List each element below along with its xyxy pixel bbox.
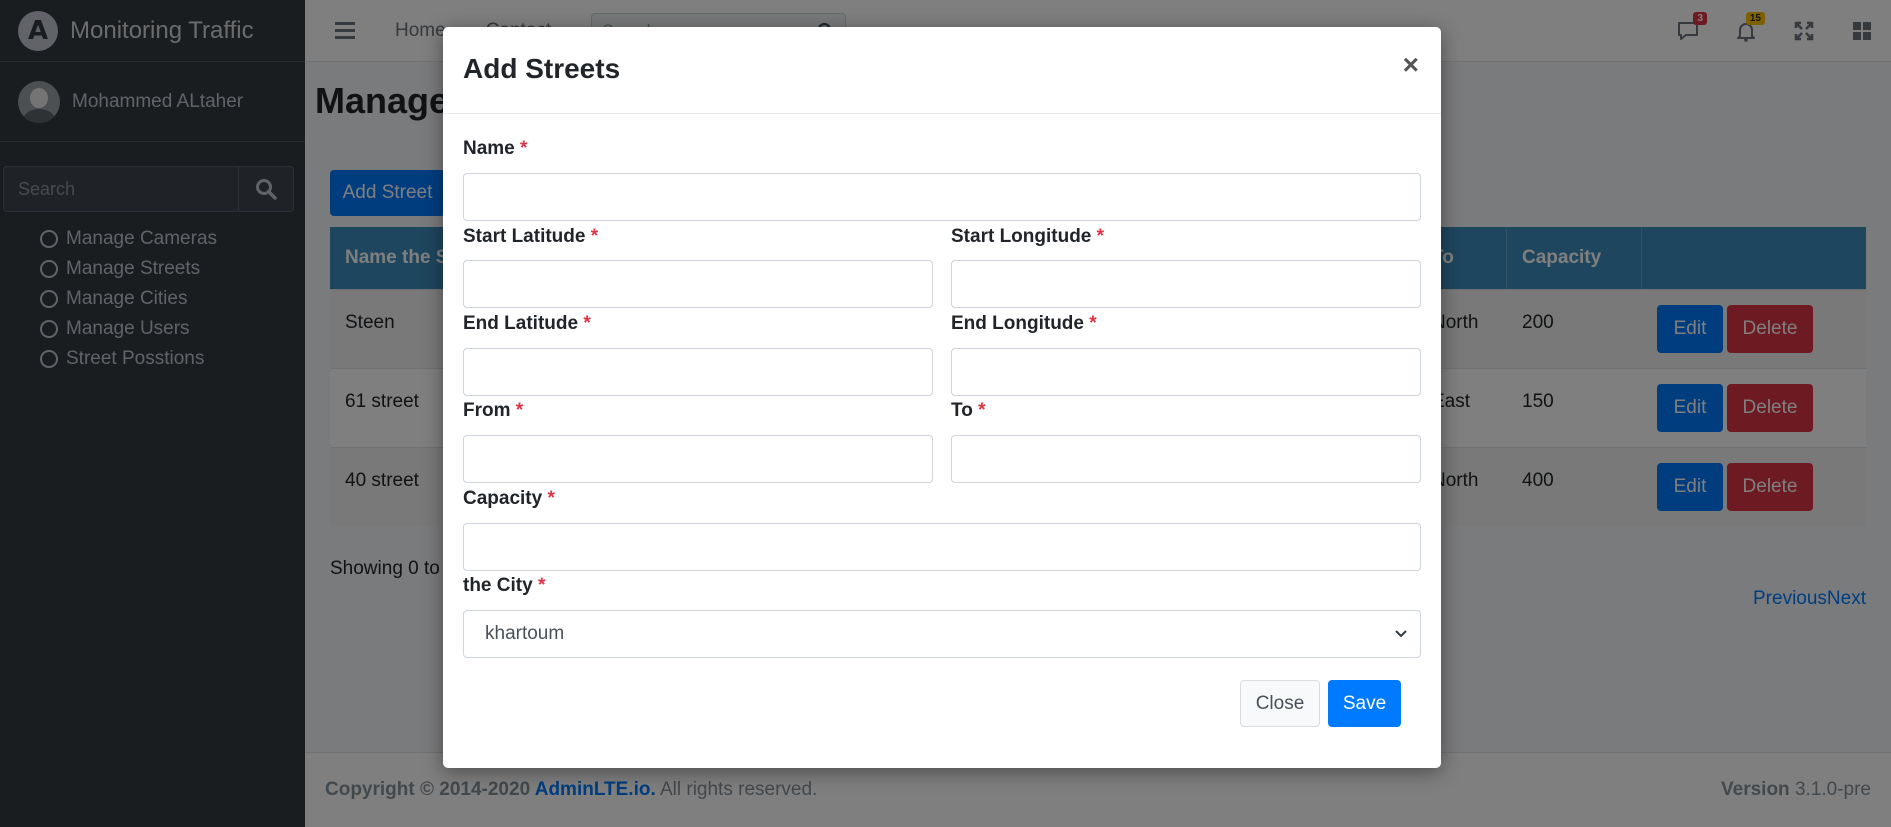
to-label: To * [951,400,986,421]
from-field[interactable] [463,435,933,483]
start-longitude-label: Start Longitude * [951,226,1105,247]
save-button[interactable]: Save [1328,680,1401,727]
start-latitude-field[interactable] [463,260,933,308]
to-field[interactable] [951,435,1421,483]
start-longitude-field[interactable] [951,260,1421,308]
start-latitude-label: Start Latitude * [463,226,599,247]
end-latitude-field[interactable] [463,348,933,396]
modal-header: Add Streets × [443,27,1441,114]
add-streets-modal: Add Streets × Name * Start Latitude * St… [443,27,1441,768]
end-latitude-label: End Latitude * [463,313,591,334]
modal-title: Add Streets [463,53,621,84]
city-select-value: khartoum [485,623,565,644]
chevron-down-icon [1395,630,1407,638]
name-label: Name * [463,138,528,159]
end-longitude-label: End Longitude * [951,313,1097,334]
city-select[interactable]: khartoum [463,610,1421,658]
city-label: the City * [463,575,546,596]
capacity-field[interactable] [463,523,1421,571]
close-button[interactable]: Close [1240,680,1320,727]
close-icon[interactable]: × [1403,49,1419,81]
name-field[interactable] [463,173,1421,221]
capacity-label: Capacity * [463,488,555,509]
from-label: From * [463,400,524,421]
end-longitude-field[interactable] [951,348,1421,396]
